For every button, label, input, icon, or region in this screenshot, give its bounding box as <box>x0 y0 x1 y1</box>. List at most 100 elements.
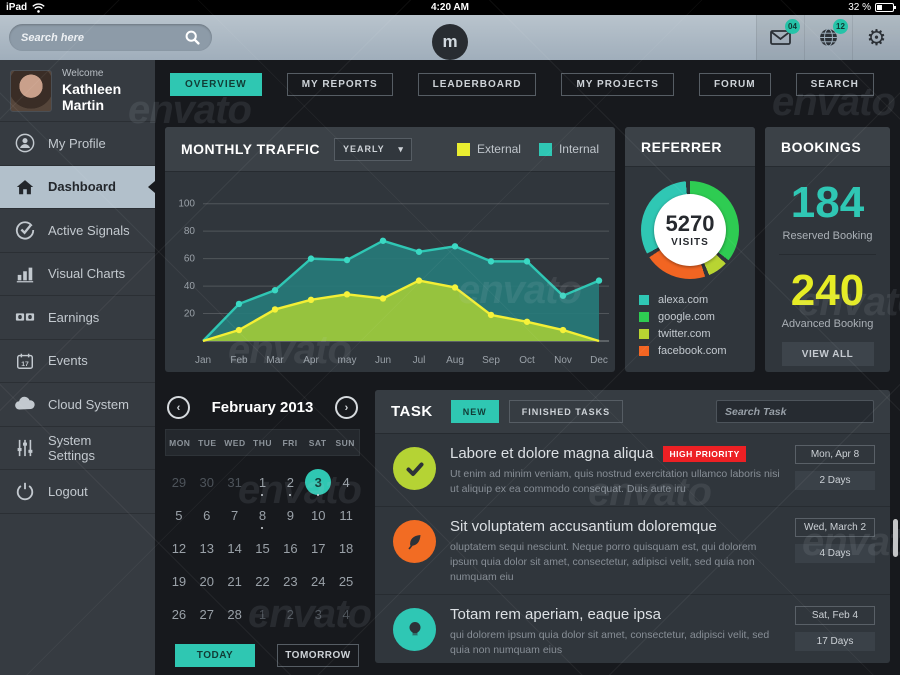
scrollbar[interactable] <box>893 519 898 557</box>
tab-leaderboard[interactable]: LEADERBOARD <box>418 73 537 96</box>
svg-text:20: 20 <box>184 309 196 320</box>
search-input[interactable] <box>21 32 185 44</box>
calendar-day[interactable]: 2 <box>276 602 304 626</box>
cloud-icon <box>14 393 36 415</box>
task-days-chip[interactable]: 17 Days <box>795 632 875 651</box>
sidebar-item-label: System Settings <box>48 433 141 463</box>
advanced-booking-value: 240 <box>765 269 890 313</box>
calendar-day[interactable]: 14 <box>221 536 249 560</box>
calendar-day[interactable]: 16 <box>276 536 304 560</box>
tab-my-reports[interactable]: MY REPORTS <box>287 73 393 96</box>
calendar-day[interactable]: 21 <box>221 569 249 593</box>
view-all-button[interactable]: VIEW ALL <box>782 342 874 366</box>
legend-label: External <box>477 142 521 156</box>
calendar-day[interactable]: 15 <box>249 536 277 560</box>
calendar-day[interactable]: 4 <box>332 602 360 626</box>
calendar-day-selected[interactable]: 3 <box>304 470 332 494</box>
sidebar-item-system-settings[interactable]: System Settings <box>0 427 155 471</box>
sidebar-item-dashboard[interactable]: Dashboard <box>0 166 155 210</box>
legend-label: twitter.com <box>658 328 711 340</box>
traffic-title: MONTHLY TRAFFIC <box>181 141 320 157</box>
calendar-day[interactable]: 10 <box>304 503 332 527</box>
calendar-day[interactable]: 31 <box>221 470 249 494</box>
calendar-day[interactable]: 7 <box>221 503 249 527</box>
tab-search[interactable]: SEARCH <box>796 73 874 96</box>
sidebar-item-cloud-system[interactable]: Cloud System <box>0 383 155 427</box>
calendar-day[interactable]: 23 <box>276 569 304 593</box>
tab-overview[interactable]: OVERVIEW <box>170 73 262 96</box>
svg-text:Jan: Jan <box>195 355 211 366</box>
task-date-chip[interactable]: Wed, March 2 <box>795 518 875 537</box>
sidebar-item-active-signals[interactable]: Active Signals <box>0 209 155 253</box>
calendar-day[interactable]: 25 <box>332 569 360 593</box>
advanced-booking-label: Advanced Booking <box>765 318 890 330</box>
calendar-day[interactable]: 13 <box>193 536 221 560</box>
calendar-day[interactable]: 19 <box>165 569 193 593</box>
calendar-day[interactable]: 24 <box>304 569 332 593</box>
calendar-day[interactable]: 12 <box>165 536 193 560</box>
finished-tasks-button[interactable]: FINISHED TASKS <box>509 400 623 423</box>
calendar-day[interactable]: 26 <box>165 602 193 626</box>
reserved-booking-label: Reserved Booking <box>765 230 890 242</box>
period-value: YEARLY <box>343 144 385 154</box>
calendar-day[interactable]: 9 <box>276 503 304 527</box>
sidebar-item-logout[interactable]: Logout <box>0 470 155 514</box>
calendar-day-header: SUN <box>331 438 359 448</box>
task-row[interactable]: Sit voluptatem accusantium doloremque ol… <box>375 507 890 595</box>
messages-button[interactable]: 04 <box>756 15 804 60</box>
user-welcome-block[interactable]: Welcome Kathleen Martin <box>0 60 155 122</box>
settings-button[interactable]: ⚙ <box>852 15 900 60</box>
tab-my-projects[interactable]: MY PROJECTS <box>561 73 674 96</box>
calendar-day[interactable]: 6 <box>193 503 221 527</box>
avatar <box>10 70 52 112</box>
calendar-day[interactable]: 30 <box>193 470 221 494</box>
task-search-box[interactable] <box>716 400 874 423</box>
network-button[interactable]: 12 <box>804 15 852 60</box>
sidebar-item-visual-charts[interactable]: Visual Charts <box>0 253 155 297</box>
calendar-day[interactable]: 2 <box>276 470 304 494</box>
task-days-chip[interactable]: 2 Days <box>795 471 875 490</box>
calendar-day[interactable]: 4 <box>332 470 360 494</box>
task-item-body: qui dolorem ipsum quia dolor sit amet, c… <box>450 628 781 657</box>
sidebar-item-events[interactable]: 17 Events <box>0 340 155 384</box>
global-search[interactable] <box>9 24 212 51</box>
task-date-chip[interactable]: Mon, Apr 8 <box>795 445 875 464</box>
visits-label: VISITS <box>671 237 709 248</box>
calendar-day[interactable]: 18 <box>332 536 360 560</box>
task-search-input[interactable] <box>725 406 866 418</box>
calendar-day[interactable]: 17 <box>304 536 332 560</box>
tomorrow-button[interactable]: TOMORROW <box>277 644 359 667</box>
battery-icon <box>875 3 894 12</box>
calendar-day[interactable]: 3 <box>304 602 332 626</box>
check-icon <box>393 447 436 490</box>
new-task-button[interactable]: NEW <box>451 400 499 423</box>
calendar-day[interactable]: 11 <box>332 503 360 527</box>
sidebar-item-my-profile[interactable]: My Profile <box>0 122 155 166</box>
calendar-prev-button[interactable]: ‹ <box>167 396 190 419</box>
legend-label: alexa.com <box>658 294 708 306</box>
calendar-day[interactable]: 20 <box>193 569 221 593</box>
calendar-day[interactable]: 1 <box>249 602 277 626</box>
period-dropdown[interactable]: YEARLY ▾ <box>334 138 412 161</box>
calendar-day[interactable]: 27 <box>193 602 221 626</box>
calendar-day[interactable]: 28 <box>221 602 249 626</box>
calendar-day[interactable]: 8 <box>249 503 277 527</box>
calendar-day[interactable]: 5 <box>165 503 193 527</box>
bulb-icon <box>393 608 436 651</box>
sidebar-item-label: Logout <box>48 484 88 499</box>
calendar-next-button[interactable]: › <box>335 396 358 419</box>
svg-text:100: 100 <box>178 199 195 210</box>
legend-item: External <box>457 142 521 156</box>
task-row[interactable]: Labore et dolore magna aliqua HIGH PRIOR… <box>375 434 890 507</box>
referrer-legend-item: facebook.com <box>639 342 741 359</box>
task-row[interactable]: Totam rem aperiam, eaque ipsa qui dolore… <box>375 595 890 667</box>
tab-forum[interactable]: FORUM <box>699 73 771 96</box>
today-button[interactable]: TODAY <box>175 644 255 667</box>
task-date-chip[interactable]: Sat, Feb 4 <box>795 606 875 625</box>
calendar-day[interactable]: 29 <box>165 470 193 494</box>
sidebar-item-earnings[interactable]: Earnings <box>0 296 155 340</box>
calendar-day[interactable]: 1 <box>249 470 277 494</box>
referrer-legend-item: alexa.com <box>639 291 741 308</box>
task-days-chip[interactable]: 4 Days <box>795 544 875 563</box>
calendar-day[interactable]: 22 <box>249 569 277 593</box>
